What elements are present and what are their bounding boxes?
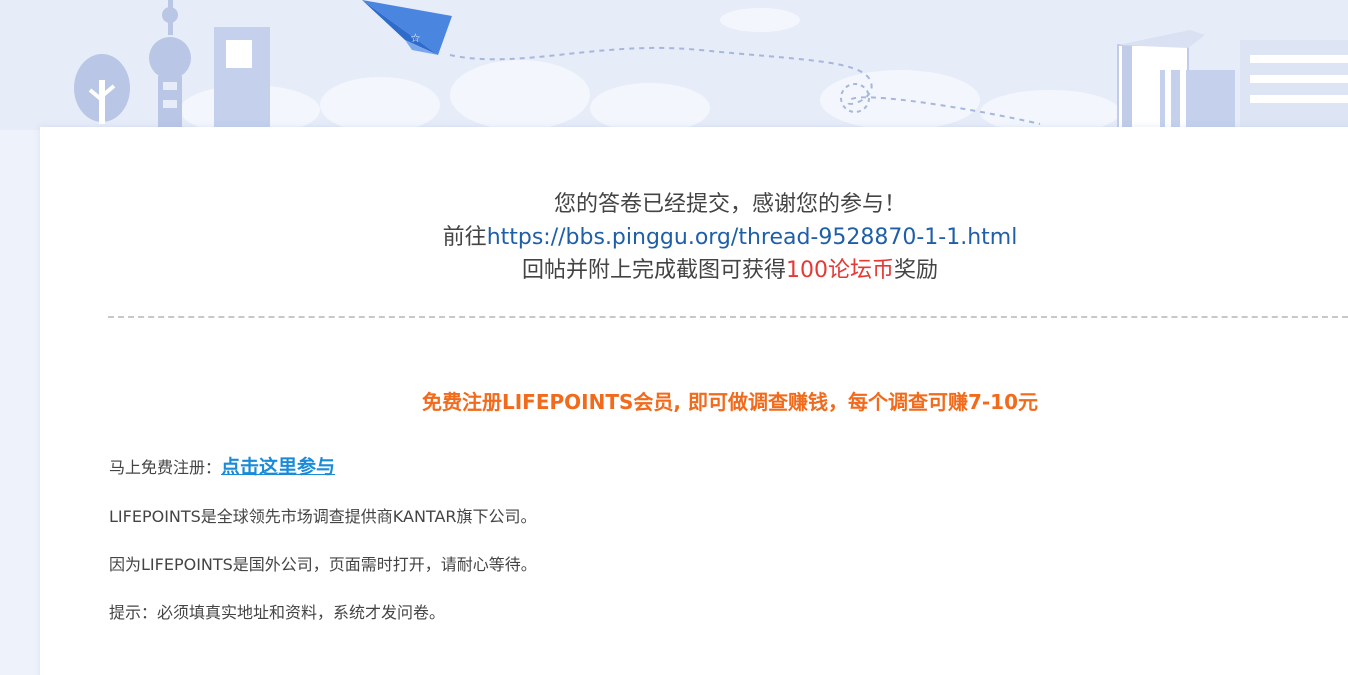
register-label: 马上免费注册： [109,458,222,477]
reward-prefix: 回帖并附上完成截图可获得 [521,258,786,283]
forum-thread-prefix: 前往 [442,225,487,250]
promo-headline: 免费注册LIFEPOINTS会员, 即可做调查赚钱，每个调查可赚7-10元 [421,390,1038,414]
building-icon [214,27,270,128]
dashed-divider [108,316,1348,318]
reward-line: 回帖并附上完成截图可获得100论坛币奖励 [0,254,1348,287]
about-text: LIFEPOINTS是全球领先市场调查提供商KANTAR旗下公司。 [109,507,537,526]
svg-text:☆: ☆ [410,31,421,45]
submission-message: 您的答卷已经提交，感谢您的参与！ 前往https://bbs.pinggu.or… [0,188,1348,287]
forum-thread-link[interactable]: https://bbs.pinggu.org/thread-9528870-1-… [487,225,1018,250]
register-line: 马上免费注册：点击这里参与 [109,456,335,479]
tip-text: 提示：必须填真实地址和资料，系统才发问卷。 [109,603,446,622]
forum-thread-line: 前往https://bbs.pinggu.org/thread-9528870-… [0,221,1348,254]
header-illustration: ☆ [0,0,1348,130]
survey-complete-page: ☆ 您的答卷已经提交，感谢您的参与！ 前往https://bbs.pinggu.… [0,0,1348,675]
reward-suffix: 奖励 [894,258,939,283]
join-link[interactable]: 点击这里参与 [221,456,335,478]
wait-note-text: 因为LIFEPOINTS是国外公司，页面需时打开，请耐心等待。 [109,555,537,574]
reward-amount: 100论坛币 [786,258,894,283]
submission-confirmation-text: 您的答卷已经提交，感谢您的参与！ [553,192,906,217]
